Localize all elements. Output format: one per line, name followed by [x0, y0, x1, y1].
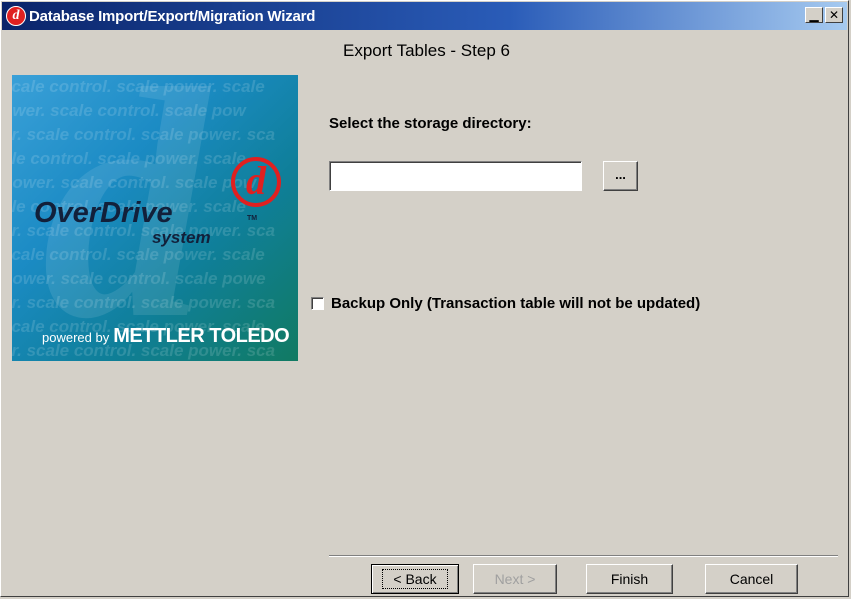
overdrive-d-icon: d: [231, 157, 281, 207]
wizard-window: d Database Import/Export/Migration Wizar…: [0, 0, 849, 597]
browse-button[interactable]: ...: [603, 161, 638, 191]
window-title: Database Import/Export/Migration Wizard: [29, 7, 316, 25]
logo-product-sub: system: [152, 228, 211, 247]
minimize-button[interactable]: ▁: [805, 7, 823, 23]
back-button[interactable]: < Back: [371, 564, 459, 594]
button-separator: [329, 555, 838, 557]
back-button-label: < Back: [382, 569, 448, 589]
cancel-button[interactable]: Cancel: [705, 564, 798, 594]
logo-powered-by: powered by METTLER TOLEDO: [42, 325, 290, 348]
app-icon: d: [6, 6, 26, 26]
backup-only-option[interactable]: Backup Only (Transaction table will not …: [311, 295, 700, 312]
logo-pattern-line: er. scale control. scale power. sca: [12, 125, 276, 144]
storage-directory-input[interactable]: [329, 161, 582, 191]
logo-powered-by-text: powered by: [42, 330, 110, 345]
overdrive-logo: d scale control. scale power. scale ower.…: [12, 75, 298, 361]
finish-button[interactable]: Finish: [586, 564, 673, 594]
storage-directory-label: Select the storage directory:: [329, 115, 532, 132]
logo-pattern-line: power. scale control. scale powe: [12, 269, 266, 288]
backup-only-label[interactable]: Backup Only (Transaction table will not …: [331, 295, 700, 312]
step-title: Export Tables - Step 6: [343, 41, 510, 60]
title-bar[interactable]: d Database Import/Export/Migration Wizar…: [2, 2, 847, 30]
logo-pattern-line: ower. scale control. scale pow: [12, 101, 246, 120]
close-button[interactable]: ✕: [825, 7, 843, 23]
logo-pattern-line: scale control. scale power. scale: [12, 77, 265, 96]
logo-brand: METTLER TOLEDO: [113, 325, 290, 347]
logo-pattern-line: er. scale control. scale power. sca: [12, 293, 276, 312]
backup-only-checkbox[interactable]: [311, 297, 324, 310]
logo-product-name: OverDrive: [34, 197, 173, 229]
window-controls: ▁ ✕: [805, 7, 843, 23]
logo-trademark: TM: [247, 215, 258, 222]
next-button[interactable]: Next >: [473, 564, 557, 594]
